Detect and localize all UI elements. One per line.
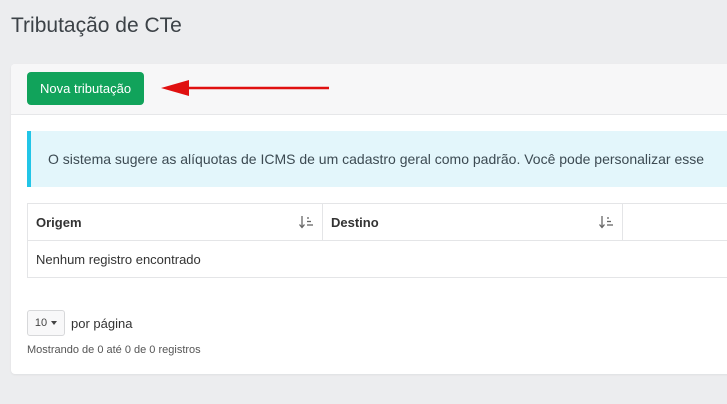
card-header: Nova tributação bbox=[11, 64, 727, 115]
sort-amount-down-icon[interactable] bbox=[598, 215, 614, 229]
sort-amount-down-icon[interactable] bbox=[298, 215, 314, 229]
column-header-origem[interactable]: Origem bbox=[27, 203, 323, 241]
page-size-select[interactable]: 10 bbox=[27, 310, 65, 336]
main-card: Nova tributação O sistema sugere as alíq… bbox=[11, 64, 727, 374]
table-header-row: Origem Destino bbox=[27, 203, 727, 241]
records-summary: Mostrando de 0 até 0 de 0 registros bbox=[27, 344, 201, 356]
info-alert: O sistema sugere as alíquotas de ICMS de… bbox=[27, 131, 727, 187]
page-size-value: 10 bbox=[34, 317, 48, 329]
per-page-label: por página bbox=[71, 315, 133, 331]
tributacao-table: Origem Destino Nenhum registro encontrad… bbox=[27, 203, 727, 278]
arrow-left-icon bbox=[161, 80, 329, 96]
column-header-actions bbox=[622, 203, 727, 241]
column-header-label: Destino bbox=[331, 214, 379, 230]
alert-message: O sistema sugere as alíquotas de ICMS de… bbox=[48, 151, 705, 167]
empty-message: Nenhum registro encontrado bbox=[27, 240, 727, 278]
pagination: 10 por página bbox=[27, 310, 132, 336]
new-tributacao-button[interactable]: Nova tributação bbox=[27, 72, 145, 105]
caret-down-icon bbox=[51, 321, 58, 325]
column-header-destino[interactable]: Destino bbox=[322, 203, 623, 241]
column-header-label: Origem bbox=[36, 214, 82, 230]
table-row: Nenhum registro encontrado bbox=[27, 240, 727, 278]
page-title: Tributação de CTe bbox=[11, 14, 182, 37]
